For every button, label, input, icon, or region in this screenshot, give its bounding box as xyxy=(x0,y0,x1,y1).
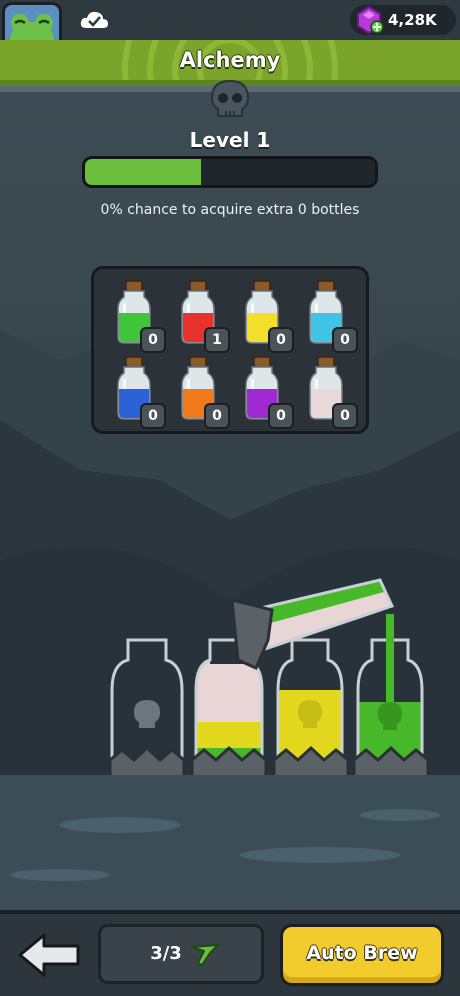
potion-count-badge: 0 xyxy=(204,403,230,429)
skull-emblem-icon xyxy=(206,78,254,120)
pouring-bottle xyxy=(230,578,395,670)
yellow-brew-bottle xyxy=(276,638,344,764)
empty-brew-bottle xyxy=(110,638,184,764)
auto-brew-label: Auto Brew xyxy=(306,942,418,964)
potion-count-badge: 0 xyxy=(332,403,358,429)
potion-count-badge: 0 xyxy=(140,403,166,429)
cloud-sync-icon[interactable] xyxy=(78,8,110,32)
extra-bottle-chance-text: 0% chance to acquire extra 0 bottles xyxy=(100,202,360,218)
green-brew-bottle xyxy=(356,614,424,764)
potion-count-badge: 0 xyxy=(140,327,166,353)
potion-inventory-panel: 0 1 0 0 0 0 0 0 xyxy=(91,266,369,434)
back-arrow-icon xyxy=(18,933,80,977)
bottle-count: 3/3 xyxy=(150,943,182,964)
level-progress-bar xyxy=(82,156,378,188)
page-title: Alchemy xyxy=(179,48,281,72)
potion-count-badge: 0 xyxy=(332,327,358,353)
potion-count-badge: 0 xyxy=(268,327,294,353)
floor-area xyxy=(0,775,460,910)
potion-count-badge: 0 xyxy=(268,403,294,429)
currency-value: 4,28K xyxy=(388,11,437,29)
green-vial-icon xyxy=(188,941,222,967)
potion-count-badge: 1 xyxy=(204,327,230,353)
back-button[interactable] xyxy=(16,932,82,978)
level-progress-fill xyxy=(85,159,201,185)
brewing-scene xyxy=(108,578,430,794)
gem-icon xyxy=(354,5,384,35)
level-label: Level 1 xyxy=(189,128,271,152)
